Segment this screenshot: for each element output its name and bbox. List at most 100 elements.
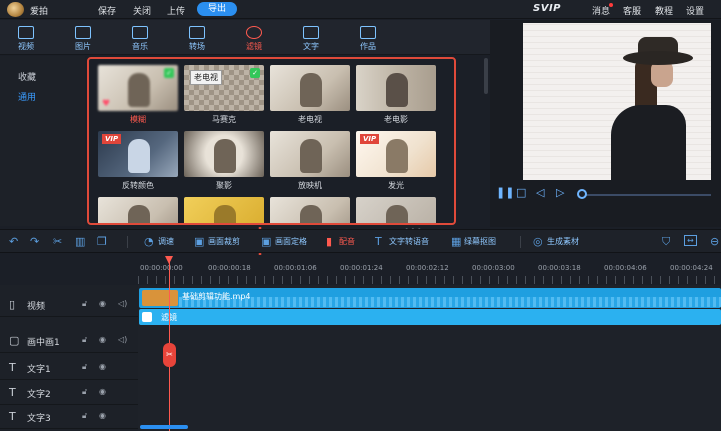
menu-save[interactable]: 保存	[98, 4, 116, 17]
film-icon: ▯	[9, 298, 16, 311]
lock-icon[interactable]: 🔓︎	[82, 335, 87, 345]
filter-tile[interactable]	[356, 197, 436, 223]
filter-thumbnail	[98, 197, 178, 223]
menu-messages[interactable]: 消息	[592, 4, 610, 17]
filter-tile[interactable]: ✓ ♥ 模糊	[98, 65, 178, 129]
progress-knob[interactable]	[577, 189, 587, 199]
copy-icon[interactable]: ❐	[97, 235, 107, 248]
image-icon	[75, 26, 91, 39]
dubbing-button[interactable]: 配音	[339, 236, 355, 247]
app-window: 爱拍 保存 关闭 上传 导出 SVIP 消息 客服 教程 设置 视频 图片 音乐…	[0, 0, 721, 431]
filter-tile[interactable]: 老电视	[270, 65, 350, 129]
speaker-icon[interactable]: ◁)	[118, 299, 127, 308]
crop-icon: ▣	[194, 235, 205, 248]
export-button[interactable]: 导出	[197, 2, 237, 16]
filter-thumbnail	[270, 131, 350, 177]
filter-tile[interactable]: 放映机	[270, 131, 350, 195]
chroma-key-icon: ▦	[451, 235, 462, 248]
vip-badge-icon: VIP	[360, 134, 380, 144]
split-scissors-icon[interactable]: ✂	[163, 343, 176, 367]
track-header-pip: ▢ 画中画1 🔓︎ ◉ ◁)	[0, 329, 138, 353]
tab-transition[interactable]: 转场	[172, 20, 222, 55]
toolbar-divider	[127, 236, 128, 248]
freeze-frame-button[interactable]: 画面定格	[275, 236, 307, 247]
filter-tile[interactable]	[270, 197, 350, 223]
track-name: 画中画1	[27, 338, 60, 348]
lock-icon[interactable]: 🔓︎	[82, 299, 87, 309]
prev-frame-icon[interactable]: ◁	[536, 186, 544, 199]
pause-icon[interactable]: ❚❚	[496, 186, 514, 199]
svip-badge[interactable]: SVIP	[533, 3, 561, 14]
tab-label: 转场	[189, 42, 205, 51]
stop-icon[interactable]: □	[516, 186, 526, 199]
next-frame-icon[interactable]: ▷	[556, 186, 564, 199]
scissors-icon[interactable]: ✂	[53, 235, 62, 248]
menu-settings[interactable]: 设置	[686, 4, 704, 17]
generate-material-button[interactable]: 生成素材	[547, 236, 579, 247]
tab-image[interactable]: 图片	[58, 20, 108, 55]
eye-icon[interactable]: ◉	[99, 335, 106, 344]
player-controls: ❚❚ □ ◁ ▷	[490, 186, 721, 204]
menu-support[interactable]: 客服	[623, 4, 641, 17]
shield-icon[interactable]: ⛉	[662, 235, 670, 249]
lock-icon[interactable]: 🔓︎	[82, 387, 87, 397]
chroma-key-button[interactable]: 绿幕抠图	[464, 236, 496, 247]
tab-filter[interactable]: 滤镜	[229, 20, 279, 55]
preview-screen	[523, 23, 711, 180]
track-name: 视频	[27, 302, 46, 312]
text-to-speech-button[interactable]: 文字转语音	[389, 236, 429, 247]
fit-timeline-icon[interactable]: ↔	[684, 235, 697, 246]
speaker-icon[interactable]: ◁)	[118, 335, 127, 344]
filter-label: 老电影	[384, 115, 408, 124]
eye-icon[interactable]: ◉	[99, 362, 106, 371]
undo-icon[interactable]: ↶	[9, 235, 18, 248]
timeline-ruler[interactable]: 00:00:00:00 00:00:00:18 00:00:01:06 00:0…	[138, 255, 721, 285]
ruler-tick-label: 00:00:03:00	[472, 264, 515, 272]
nav-item-general[interactable]: 通用	[18, 90, 36, 103]
filter-label: 发光	[388, 181, 404, 190]
text-icon: T	[9, 386, 16, 399]
title-bar: 爱拍 保存 关闭 上传 导出 SVIP 消息 客服 教程 设置	[0, 0, 721, 19]
tab-label: 图片	[75, 42, 91, 51]
filter-tile[interactable]	[98, 197, 178, 223]
redo-icon[interactable]: ↷	[30, 235, 39, 248]
crop-button[interactable]: 画面裁剪	[208, 236, 240, 247]
filter-tile[interactable]	[184, 197, 264, 223]
filter-label: 放映机	[298, 181, 322, 190]
eye-icon[interactable]: ◉	[99, 299, 106, 308]
filter-scrollbar[interactable]	[484, 58, 488, 94]
tab-text[interactable]: 文字	[286, 20, 336, 55]
filter-tile[interactable]: 老电影	[356, 65, 436, 129]
menu-upload[interactable]: 上传	[167, 4, 185, 17]
tab-label: 文字	[303, 42, 319, 51]
progress-track[interactable]	[583, 194, 711, 196]
filter-tile[interactable]: 聚影	[184, 131, 264, 195]
download-badge-icon: ✓	[164, 68, 174, 78]
lock-icon[interactable]: 🔓︎	[82, 362, 87, 372]
tab-music[interactable]: 音乐	[115, 20, 165, 55]
filter-tile[interactable]: VIP 发光	[356, 131, 436, 195]
speed-button[interactable]: 调速	[158, 236, 174, 247]
menu-tutorial[interactable]: 教程	[655, 4, 673, 17]
filter-thumbnail	[184, 131, 264, 177]
menu-close[interactable]: 关闭	[133, 4, 151, 17]
text-icon: T	[9, 361, 16, 374]
delete-icon[interactable]: ▥	[75, 235, 85, 248]
video-clip[interactable]: 基础剪辑功能.mp4	[139, 288, 721, 308]
filter-tile[interactable]: VIP 反转颜色	[98, 131, 178, 195]
zoom-out-icon[interactable]: ⊖	[710, 235, 719, 248]
nav-item-favorites[interactable]: 收藏	[18, 70, 36, 83]
eye-icon[interactable]: ◉	[99, 387, 106, 396]
tts-icon: T	[375, 235, 382, 248]
filter-category-list: 收藏 通用	[0, 56, 85, 226]
tab-video[interactable]: 视频	[1, 20, 51, 55]
lock-icon[interactable]: 🔓︎	[82, 411, 87, 421]
filter-thumbnail	[270, 197, 350, 223]
app-name: 爱拍	[30, 7, 49, 17]
heart-icon: ♥	[102, 99, 111, 109]
tab-works[interactable]: 作品	[343, 20, 393, 55]
filter-clip[interactable]: 滤镜	[139, 309, 721, 325]
timeline-scrollbar[interactable]	[140, 425, 188, 429]
tab-label: 滤镜	[246, 42, 262, 51]
eye-icon[interactable]: ◉	[99, 411, 106, 420]
